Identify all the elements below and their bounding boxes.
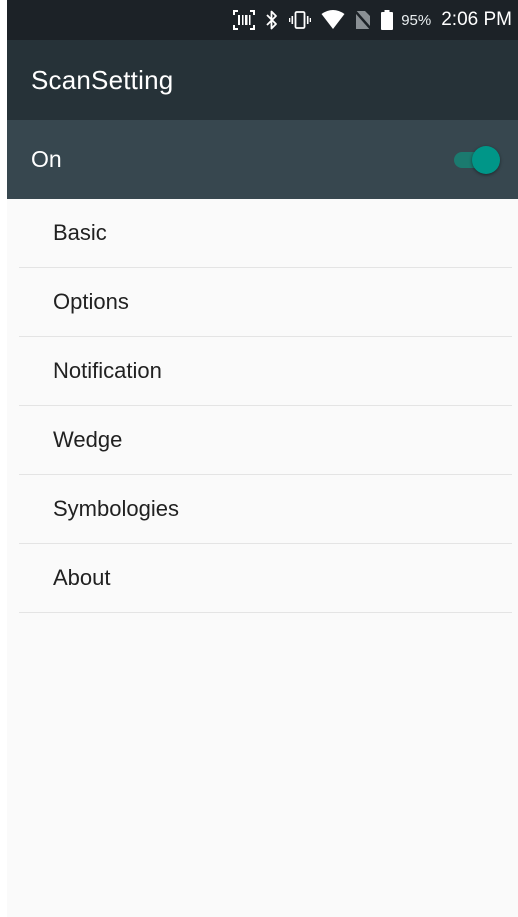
barcode-scanner-icon	[233, 10, 256, 30]
settings-menu-list: Basic Options Notification Wedge Symbolo…	[19, 199, 512, 613]
battery-percent: 95%	[401, 11, 432, 29]
menu-item-options[interactable]: Options	[19, 268, 512, 337]
menu-item-notification[interactable]: Notification	[19, 337, 512, 406]
master-switch-label: On	[31, 146, 62, 172]
screen: 95% 2:06 PM ScanSetting On Basic Options…	[7, 0, 518, 917]
menu-item-symbologies[interactable]: Symbologies	[19, 475, 512, 544]
no-sim-icon	[355, 10, 372, 30]
menu-item-basic[interactable]: Basic	[19, 199, 512, 268]
bluetooth-icon	[265, 10, 279, 30]
toggle-thumb	[472, 145, 500, 174]
status-bar: 95% 2:06 PM	[7, 0, 518, 40]
master-toggle-switch[interactable]	[452, 144, 502, 176]
wifi-icon	[321, 10, 345, 30]
vibrate-icon	[289, 11, 312, 29]
app-title: ScanSetting	[31, 64, 174, 95]
clock-time: 2:06 PM	[441, 9, 512, 30]
master-switch-bar[interactable]: On	[7, 120, 518, 199]
menu-item-wedge[interactable]: Wedge	[19, 406, 512, 475]
battery-icon	[381, 10, 394, 30]
menu-item-about[interactable]: About	[19, 544, 512, 613]
app-bar: ScanSetting	[7, 40, 518, 120]
